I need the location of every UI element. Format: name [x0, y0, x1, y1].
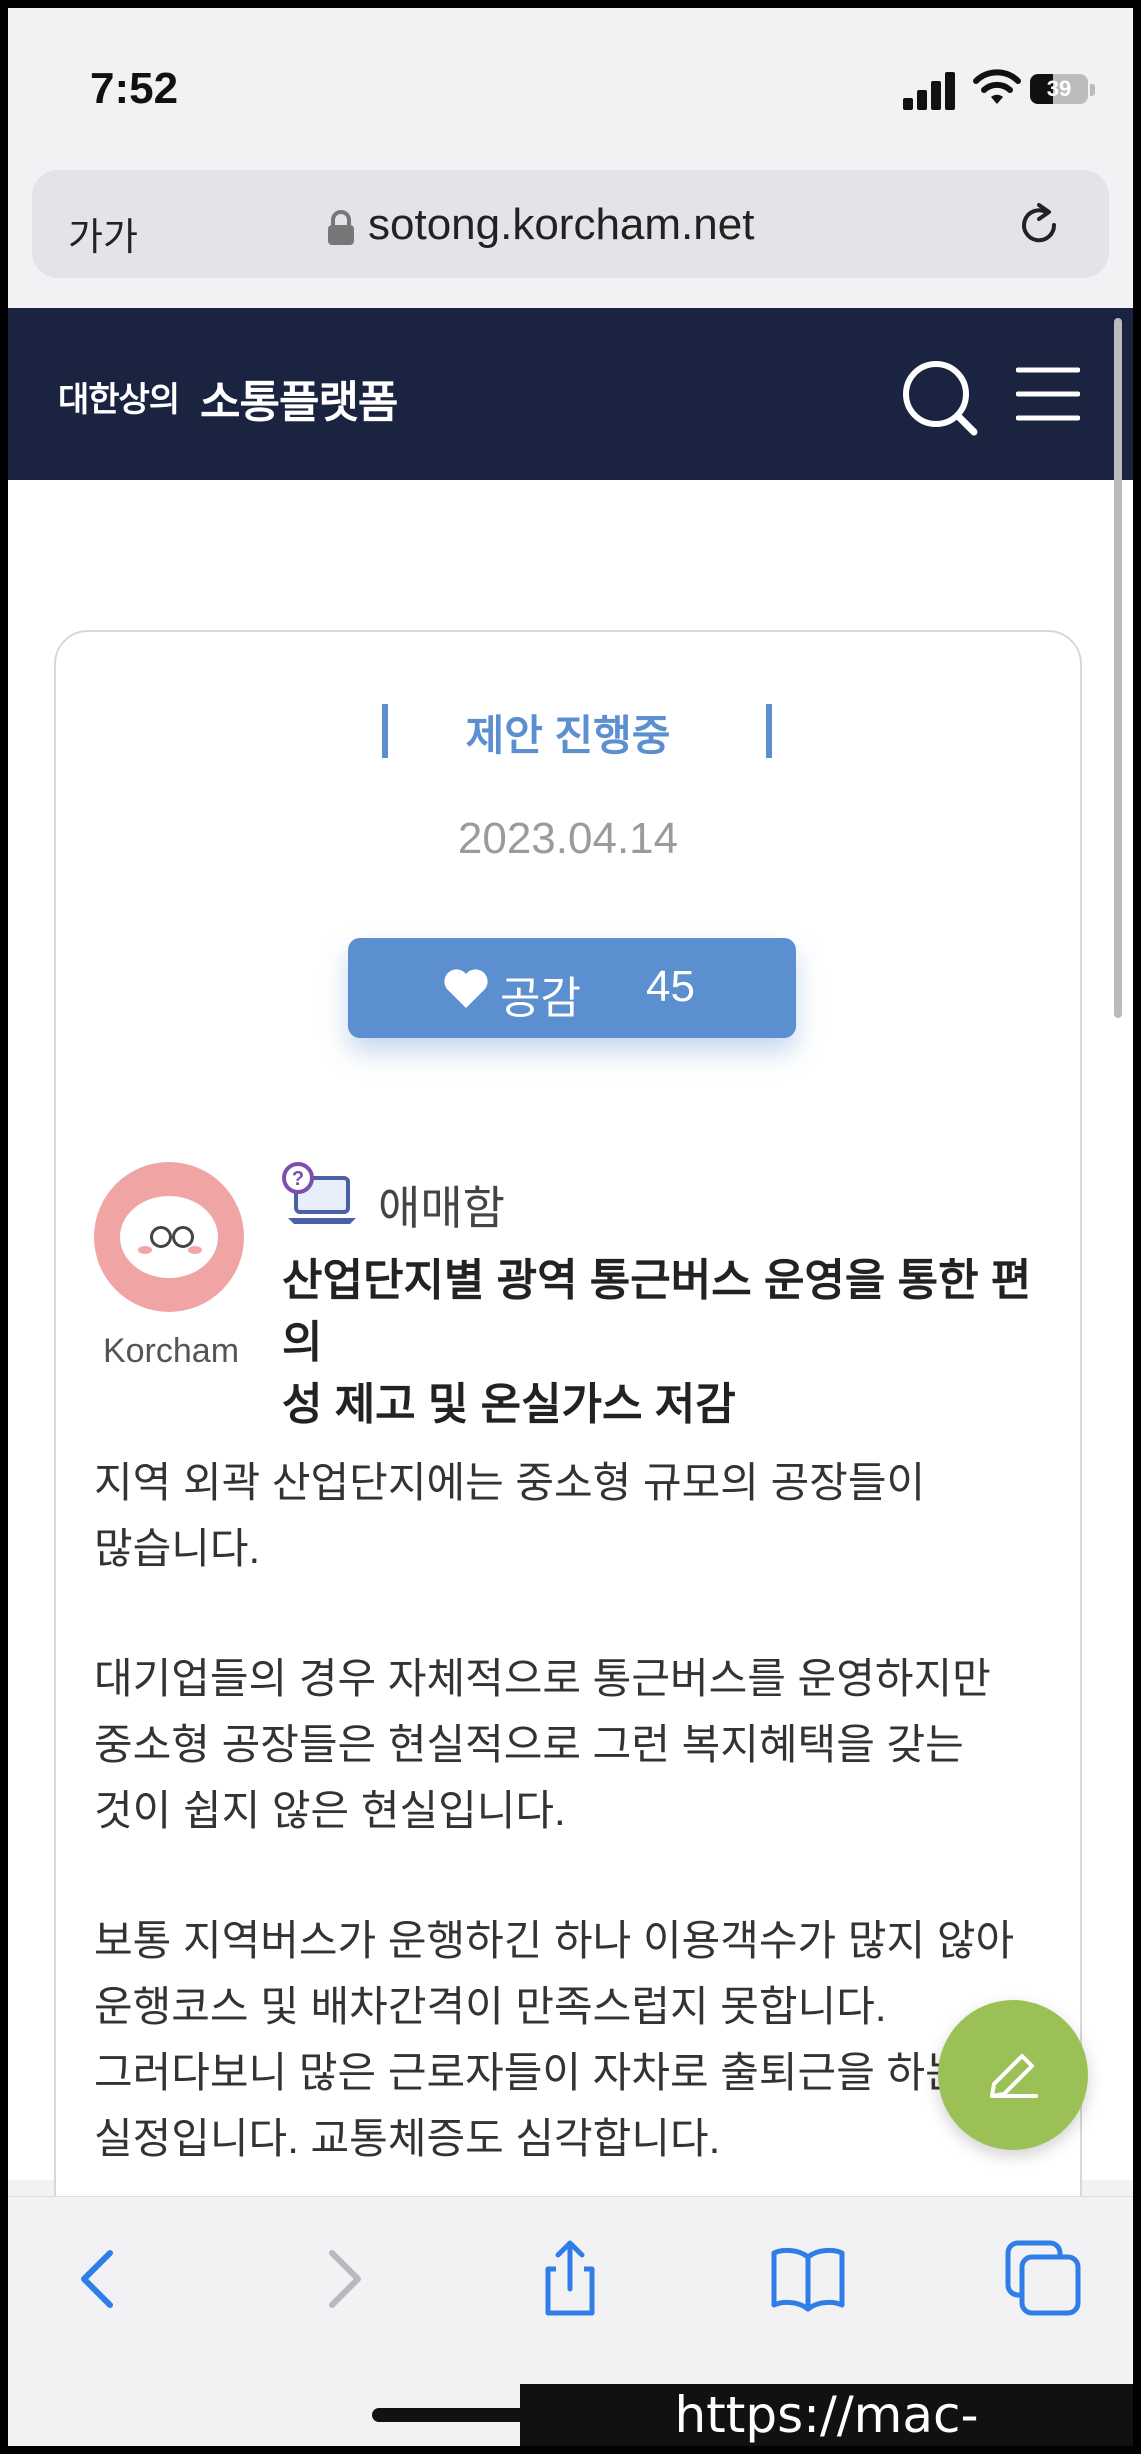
- menu-icon[interactable]: [1016, 364, 1080, 424]
- post-date: 2023.04.14: [457, 814, 679, 863]
- phone-screen: 7:52 39 가가 sotong.korcham.net 대한상의 소통플랫폼: [8, 8, 1133, 2446]
- body-line: 보통 지역버스가 운행하긴 하나 이용객수가 많지 않아: [94, 1917, 1015, 1964]
- share-icon[interactable]: [530, 2239, 610, 2319]
- body-line: 그러다보니 많은 근로자들이 자차로 출퇴근을 하는: [94, 2049, 964, 2096]
- pencil-icon: [990, 2054, 1038, 2098]
- status-time: 7:52: [90, 64, 179, 113]
- forward-icon[interactable]: [302, 2239, 382, 2319]
- search-icon[interactable]: [898, 356, 982, 440]
- svg-text:?: ?: [292, 1168, 304, 1190]
- like-count: 45: [646, 962, 695, 1011]
- post-title: 산업단지별 광역 통근버스 운영을 통한 편의 성 제고 및 온실가스 저감: [282, 1250, 1052, 1436]
- body-line: 실정입니다. 교통체증도 심각합니다.: [94, 2115, 721, 2162]
- post-body: 지역 외곽 산업단지에는 중소형 규모의 공장들이 많습니다. 대기업들의 경우…: [94, 1450, 1054, 2236]
- site-header: 대한상의 소통플랫폼: [8, 308, 1133, 480]
- lock-icon: [328, 210, 354, 245]
- like-button[interactable]: 공감 45: [348, 938, 796, 1038]
- post-title-line: 산업단지별 광역 통근버스 운영을 통한 편의: [282, 1256, 1032, 1367]
- status-bar-right: [766, 704, 772, 758]
- laptop-question-icon: ?: [282, 1162, 356, 1224]
- watermark: https://mac-os.tistory.com: [520, 2384, 1133, 2446]
- reload-icon[interactable]: [1014, 200, 1064, 250]
- signal-icon: [903, 70, 959, 110]
- body-line: 대기업들의 경우 자체적으로 통근버스를 운영하지만: [94, 1655, 991, 1702]
- url-text[interactable]: sotong.korcham.net: [368, 200, 754, 250]
- like-label: 공감: [500, 974, 581, 1023]
- avatar: [94, 1162, 244, 1312]
- body-line: 많습니다.: [94, 1525, 261, 1572]
- body-paragraph: 지역 외곽 산업단지에는 중소형 규모의 공장들이 많습니다.: [94, 1450, 1054, 1582]
- body-paragraph: 대기업들의 경우 자체적으로 통근버스를 운영하지만 중소형 공장들은 현실적으…: [94, 1646, 1054, 1844]
- avatar-face: [120, 1196, 218, 1278]
- back-icon[interactable]: [62, 2239, 142, 2319]
- address-bar[interactable]: 가가 sotong.korcham.net: [32, 170, 1109, 278]
- bookmarks-icon[interactable]: [768, 2239, 848, 2319]
- body-paragraph: 보통 지역버스가 운행하긴 하나 이용객수가 많지 않아 운행코스 및 배차간격…: [94, 1908, 1054, 2172]
- category-label: 애매함: [378, 1182, 505, 1234]
- body-line: 지역 외곽 산업단지에는 중소형 규모의 공장들이: [94, 1459, 926, 1506]
- heart-icon: [444, 969, 488, 1008]
- write-button[interactable]: [938, 2000, 1088, 2150]
- battery-cap: [1090, 84, 1095, 96]
- battery-icon: 39: [1030, 74, 1088, 104]
- logo-text-big[interactable]: 소통플랫폼: [200, 366, 398, 430]
- proposal-card: 제안 진행중 2023.04.14 공감 45 Korcham ? 애매함 산업…: [54, 630, 1082, 2446]
- status-bar: 7:52 39: [8, 8, 1133, 168]
- scrollbar-thumb[interactable]: [1114, 318, 1122, 1018]
- author-name: Korcham: [102, 1332, 240, 1370]
- body-line: 것이 쉽지 않은 현실입니다.: [94, 1787, 566, 1834]
- post-title-line: 성 제고 및 온실가스 저감: [282, 1380, 736, 1429]
- wifi-icon: [973, 69, 1021, 104]
- body-line: 중소형 공장들은 현실적으로 그런 복지혜택을 갖는: [94, 1721, 964, 1768]
- battery-level: 39: [1046, 76, 1072, 101]
- text-size-button[interactable]: 가가: [68, 206, 138, 261]
- logo-text-small[interactable]: 대한상의: [58, 372, 180, 421]
- tabs-icon[interactable]: [1004, 2239, 1084, 2319]
- proposal-status: 제안 진행중: [465, 712, 671, 759]
- body-line: 운행코스 및 배차간격이 만족스럽지 못합니다.: [94, 1983, 887, 2030]
